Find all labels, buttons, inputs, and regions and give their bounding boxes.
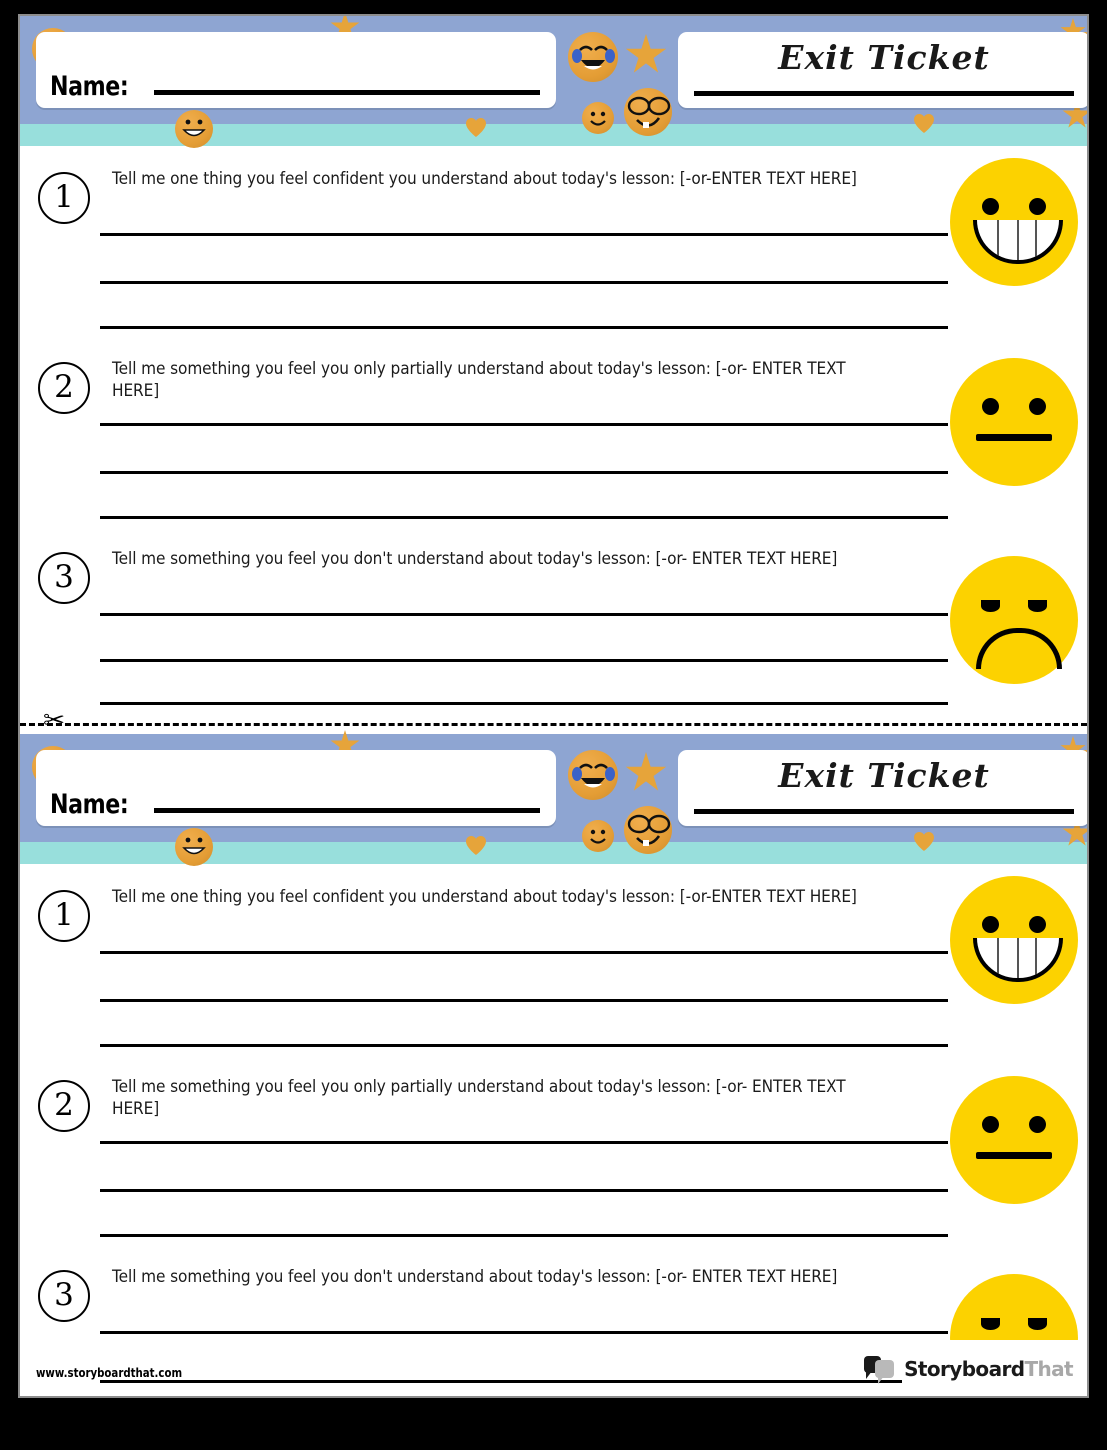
title-underline	[694, 91, 1074, 96]
question-text: Tell me one thing you feel confident you…	[112, 887, 857, 906]
answer-line[interactable]	[100, 1331, 948, 1334]
neutral-face	[950, 358, 1084, 492]
answer-line[interactable]	[100, 702, 948, 705]
question-number: 3	[38, 552, 90, 604]
dashed-cut-rule	[20, 723, 1087, 726]
answer-line[interactable]	[100, 326, 948, 329]
exit-ticket-1: Name: Exit Ticket 1 Tell me one thing yo…	[20, 16, 1087, 705]
page-title: Exit Ticket	[778, 756, 990, 795]
sad-face	[950, 556, 1084, 690]
question-text: Tell me something you feel you only part…	[112, 359, 846, 400]
happy-face	[950, 158, 1084, 292]
answer-line[interactable]	[100, 281, 948, 284]
laughing-tears-emoji	[568, 750, 618, 800]
star-shape	[625, 752, 667, 791]
title-underline	[694, 809, 1074, 814]
questions-zone-1: 1 Tell me one thing you feel confident y…	[20, 146, 1087, 705]
exit-ticket-2: Name: Exit Ticket 1 Tell me one thing yo…	[20, 730, 1087, 1396]
speech-bubbles-icon	[864, 1356, 898, 1384]
footer-rule	[100, 1380, 902, 1383]
answer-line[interactable]	[100, 613, 948, 616]
site-url[interactable]: www.storyboardthat.com	[36, 1366, 182, 1380]
scissors-icon: ✂	[42, 707, 66, 734]
name-label: Name:	[50, 789, 129, 820]
question-text: Tell me something you feel you only part…	[112, 1077, 846, 1118]
logo-word-secondary: That	[1024, 1357, 1073, 1381]
page-title: Exit Ticket	[778, 38, 990, 77]
happy-face	[950, 876, 1084, 1010]
answer-line[interactable]	[100, 471, 948, 474]
answer-line[interactable]	[100, 1141, 948, 1144]
question-text: Tell me one thing you feel confident you…	[112, 169, 857, 188]
ticket-header-band-1: Name: Exit Ticket	[20, 16, 1087, 148]
answer-line[interactable]	[100, 423, 948, 426]
laughing-tears-emoji	[568, 32, 618, 82]
storyboardthat-logo: StoryboardThat	[864, 1356, 1074, 1384]
page-footer: www.storyboardthat.com StoryboardThat	[20, 1304, 1087, 1396]
question-number: 1	[38, 890, 90, 942]
questions-zone-2: 1 Tell me one thing you feel confident y…	[20, 864, 1087, 1396]
worksheet-page: Name: Exit Ticket 1 Tell me one thing yo…	[0, 0, 1107, 1450]
question-number: 2	[38, 362, 90, 414]
name-label: Name:	[50, 71, 129, 102]
neutral-face	[950, 1076, 1084, 1210]
answer-line[interactable]	[100, 1189, 948, 1192]
star-shape	[625, 34, 667, 73]
answer-line[interactable]	[100, 233, 948, 236]
question-text: Tell me something you feel you don't und…	[112, 549, 838, 568]
ticket-header-band-2: Name: Exit Ticket	[20, 730, 1087, 866]
title-field-1: Exit Ticket	[678, 32, 1087, 108]
name-write-line[interactable]	[154, 808, 540, 813]
question-number: 2	[38, 1080, 90, 1132]
worksheet-sheet: Name: Exit Ticket 1 Tell me one thing yo…	[18, 14, 1089, 1398]
question-number: 3	[38, 1270, 90, 1322]
title-field-2: Exit Ticket	[678, 750, 1087, 826]
name-field-1[interactable]: Name:	[36, 32, 556, 108]
cut-line: ✂	[20, 707, 1087, 734]
name-write-line[interactable]	[154, 90, 540, 95]
ticket-accent-band-1	[20, 124, 1087, 146]
logo-word-primary: Storyboard	[904, 1357, 1025, 1381]
question-text: Tell me something you feel you don't und…	[112, 1267, 838, 1286]
logo-wordmark: StoryboardThat	[904, 1357, 1073, 1381]
question-number: 1	[38, 172, 90, 224]
answer-line[interactable]	[100, 516, 948, 519]
answer-line[interactable]	[100, 951, 948, 954]
answer-line[interactable]	[100, 1234, 948, 1237]
answer-line[interactable]	[100, 999, 948, 1002]
ticket-accent-band-2	[20, 842, 1087, 864]
answer-line[interactable]	[100, 1044, 948, 1047]
answer-line[interactable]	[100, 659, 948, 662]
name-field-2[interactable]: Name:	[36, 750, 556, 826]
